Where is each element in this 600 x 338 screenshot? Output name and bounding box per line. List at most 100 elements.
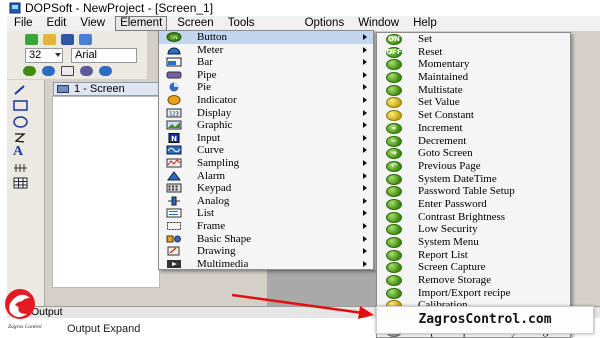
submenu-item-goto-screen[interactable]: ➜ Goto Screen	[377, 147, 570, 160]
submenu-item-system-menu[interactable]: System Menu	[377, 236, 570, 249]
button-tool-icon[interactable]	[23, 66, 36, 76]
submenu-item-reset[interactable]: OFF Reset	[377, 46, 570, 59]
submenu-item-system-datetime[interactable]: System DateTime	[377, 173, 570, 186]
submenu-item-multistate[interactable]: Multistate	[377, 84, 570, 97]
menu-item-bar[interactable]: Bar	[159, 56, 373, 69]
submenu-item-maintained[interactable]: Maintained	[377, 71, 570, 84]
submenu-item-previous-page[interactable]: ↶ Previous Page	[377, 160, 570, 173]
submenu-item-enter-password[interactable]: Enter Password	[377, 198, 570, 211]
drawing-tools-panel: A	[7, 80, 45, 306]
menu-item-label: Multimedia	[197, 257, 249, 270]
pipe-icon	[166, 71, 182, 79]
menu-item-multimedia[interactable]: Multimedia	[159, 258, 373, 271]
pie-tool-icon[interactable]	[99, 66, 112, 76]
menu-item-graphic[interactable]: Graphic	[159, 119, 373, 132]
low-security-button-icon	[386, 224, 402, 236]
scale-tool-icon[interactable]	[13, 162, 29, 174]
title-bar: DOPSoft - NewProject - [Screen_1]	[7, 0, 600, 16]
polyline-tool-icon[interactable]	[13, 132, 27, 144]
menu-item-drawing[interactable]: Drawing	[159, 245, 373, 258]
font-name-select[interactable]: Arial	[71, 47, 137, 63]
submenu-item-remove-storage[interactable]: Remove Storage	[377, 274, 570, 287]
off-glyph-icon: OFF	[386, 47, 402, 56]
set-constant-button-icon	[386, 110, 402, 122]
menu-tools[interactable]: Tools	[221, 16, 262, 31]
menu-file[interactable]: File	[7, 16, 40, 31]
button-icon: ON	[166, 32, 182, 42]
screen-document-tab[interactable]: 1 - Screen	[53, 82, 159, 96]
menu-item-label: Alarm	[197, 169, 226, 182]
submenu-item-label: System DateTime	[418, 172, 497, 185]
system-menu-button-icon	[386, 237, 402, 248]
open-folder-icon[interactable]	[43, 33, 56, 45]
menu-item-pipe[interactable]: Pipe	[159, 69, 373, 82]
menu-item-curve[interactable]: Curve	[159, 144, 373, 157]
submenu-item-set-value[interactable]: Set Value	[377, 96, 570, 109]
menu-item-label: Bar	[197, 56, 213, 69]
screen-canvas[interactable]	[52, 96, 160, 288]
ellipse-tool-icon[interactable]	[13, 116, 29, 128]
menu-item-pie[interactable]: Pie	[159, 81, 373, 94]
menu-item-frame[interactable]: Frame	[159, 220, 373, 233]
table-tool-icon[interactable]	[13, 177, 29, 189]
rectangle-tool-icon[interactable]	[13, 100, 29, 112]
submenu-item-momentary[interactable]: Momentary	[377, 58, 570, 71]
submenu-arrow-icon	[363, 34, 367, 40]
menu-item-meter[interactable]: Meter	[159, 44, 373, 57]
submenu-item-label: Contrast Brightness	[418, 210, 506, 223]
submenu-item-label: Enter Password	[418, 197, 487, 210]
menu-element[interactable]: Element	[115, 16, 168, 31]
menu-item-sampling[interactable]: Sampling	[159, 157, 373, 170]
menu-item-input[interactable]: N Input	[159, 132, 373, 145]
meter-tool-icon[interactable]	[42, 66, 55, 76]
menu-item-label: Keypad	[197, 182, 232, 195]
menu-item-indicator[interactable]: Indicator	[159, 94, 373, 107]
submenu-item-label: Import/Export recipe	[418, 286, 511, 299]
pipe-tool-icon[interactable]	[80, 66, 93, 76]
dopsoft-app-icon	[9, 2, 21, 14]
submenu-item-set-constant[interactable]: Set Constant	[377, 109, 570, 122]
submenu-item-screen-capture[interactable]: Screen Capture	[377, 261, 570, 274]
submenu-item-import-export-recipe[interactable]: Import/Export recipe	[377, 287, 570, 300]
print-icon[interactable]	[79, 33, 92, 45]
submenu-item-label: Low Security	[418, 223, 478, 236]
red-arrow-icon	[231, 293, 374, 319]
submenu-item-report-list[interactable]: Report List	[377, 249, 570, 262]
menu-help[interactable]: Help	[406, 16, 444, 31]
save-icon[interactable]	[61, 33, 74, 45]
menu-item-analog[interactable]: Analog	[159, 195, 373, 208]
menu-item-label: Button	[197, 31, 227, 43]
menu-item-keypad[interactable]: Keypad	[159, 182, 373, 195]
submenu-arrow-icon	[363, 210, 367, 217]
submenu-item-contrast-brightness[interactable]: Contrast Brightness	[377, 211, 570, 224]
menu-item-button[interactable]: ON Button	[159, 31, 373, 44]
submenu-item-set[interactable]: ON Set	[377, 33, 570, 46]
menu-view[interactable]: View	[73, 16, 112, 31]
bar-tool-icon[interactable]	[61, 66, 74, 76]
menu-item-basic-shape[interactable]: Basic Shape	[159, 233, 373, 246]
menu-item-list[interactable]: List	[159, 207, 373, 220]
alarm-icon	[167, 170, 181, 181]
pencil-icon[interactable]	[13, 84, 27, 96]
set-value-button-icon	[386, 97, 402, 109]
font-size-select[interactable]: 32	[25, 47, 63, 63]
contrast-brightness-button-icon	[386, 211, 402, 223]
submenu-item-label: Password Table Setup	[418, 185, 515, 198]
text-tool-icon[interactable]: A	[13, 144, 23, 160]
new-file-icon[interactable]	[25, 33, 38, 45]
menu-screen[interactable]: Screen	[170, 16, 220, 31]
submenu-item-decrement[interactable]: − Decrement	[377, 135, 570, 148]
window-title: DOPSoft - NewProject - [Screen_1]	[25, 1, 214, 15]
menu-window[interactable]: Window	[351, 16, 406, 31]
submenu-item-low-security[interactable]: Low Security	[377, 223, 570, 236]
submenu-item-password-table-setup[interactable]: Password Table Setup	[377, 185, 570, 198]
button-submenu: ON Set OFF Reset Momentary Maintained Mult…	[376, 32, 571, 338]
menu-item-display[interactable]: 123 Display	[159, 107, 373, 120]
menu-options[interactable]: Options	[298, 16, 352, 31]
submenu-item-label: Set Value	[418, 96, 460, 109]
menu-edit[interactable]: Edit	[40, 16, 74, 31]
menu-item-alarm[interactable]: Alarm	[159, 170, 373, 183]
font-size-value: 32	[29, 48, 42, 61]
submenu-item-increment[interactable]: + Increment	[377, 122, 570, 135]
import-export-recipe-button-icon	[386, 287, 402, 299]
